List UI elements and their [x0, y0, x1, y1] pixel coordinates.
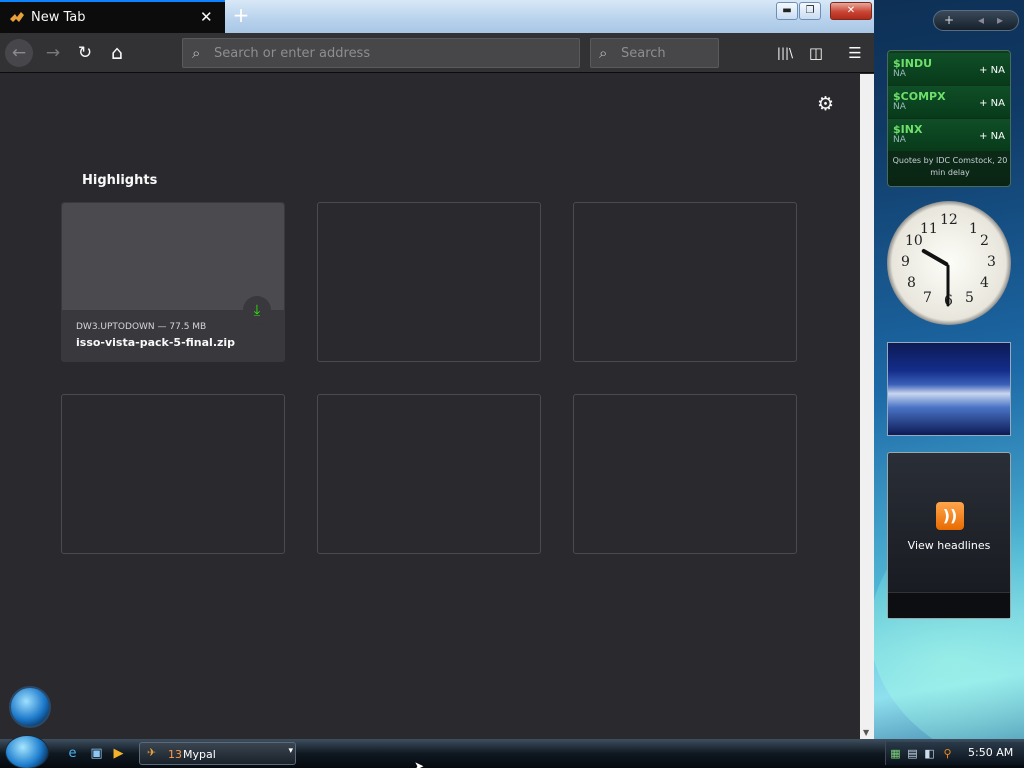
taskbar-item-mypal[interactable]: ✈ 13 Mypal ▾: [139, 742, 296, 765]
highlight-host: DW3.UPTODOWN — 77.5 MB: [76, 322, 207, 332]
stock-change: + NA: [979, 65, 1005, 76]
clock-minute-hand: [946, 264, 950, 307]
clock-numeral: 8: [907, 275, 916, 291]
search-icon: ⌕: [599, 44, 608, 62]
feed-headlines-gadget[interactable]: )) View headlines: [887, 452, 1011, 619]
highlight-placeholder: [573, 202, 797, 362]
address-bar[interactable]: ⌕ Search or enter address: [182, 38, 580, 68]
mouse-pointer-icon: ➤: [414, 759, 425, 768]
stock-row[interactable]: $COMPX NA + NA: [888, 86, 1010, 118]
library-icon[interactable]: |||\: [771, 39, 799, 67]
stock-value: NA: [893, 69, 906, 79]
start-button[interactable]: [5, 735, 49, 768]
highlight-card[interactable]: ⤓ DW3.UPTODOWN — 77.5 MB isso-vista-pack…: [61, 202, 285, 362]
tab-close-icon[interactable]: ✕: [200, 8, 213, 26]
stock-value: NA: [893, 135, 906, 145]
taskbar: e ▣ ▶ ✈ 13 Mypal ▾ ▦ ▤ ◧ ⚲ 5:50 AM: [0, 735, 1024, 768]
stock-change: + NA: [979, 98, 1005, 109]
stocks-source: Quotes by IDC Comstock, 20 min delay: [892, 156, 1008, 177]
clock-numeral: 9: [901, 254, 910, 270]
mypal-icon: ✈: [147, 746, 157, 759]
volume-icon[interactable]: ◧: [922, 746, 937, 761]
address-placeholder: Search or enter address: [214, 46, 371, 61]
clock-time[interactable]: 5:50 AM: [968, 746, 1013, 759]
back-button[interactable]: ←: [5, 39, 33, 67]
task-count: 13: [168, 748, 182, 761]
highlight-placeholder: [61, 394, 285, 554]
highlight-placeholder: [573, 394, 797, 554]
minimize-button[interactable]: ▬: [776, 2, 798, 20]
tab-strip: New Tab ✕ + ▬ ❐ ✕: [0, 0, 874, 33]
rss-icon: )): [936, 502, 964, 530]
window-controls: ▬ ❐ ✕: [776, 2, 872, 22]
clock-gadget[interactable]: 12 1 2 3 4 5 6 7 8 9 10 11: [887, 201, 1011, 325]
new-tab-button[interactable]: +: [230, 4, 252, 28]
sidebar-tray-icon[interactable]: ▦: [888, 746, 903, 761]
stocks-gadget: $INDU NA + NA $COMPX NA + NA $INX NA + N…: [887, 50, 1011, 187]
chevron-down-icon[interactable]: ▾: [288, 746, 293, 756]
search-tray-icon[interactable]: ⚲: [940, 746, 955, 761]
stock-row[interactable]: $INX NA + NA: [888, 119, 1010, 151]
browser-window: New Tab ✕ + ▬ ❐ ✕ ← → ↻ ⌂ ⌕ Search or en…: [0, 0, 874, 739]
clock-numeral: 11: [920, 221, 938, 237]
clock-numeral: 2: [980, 233, 989, 249]
menu-icon[interactable]: ☰: [841, 39, 869, 67]
show-desktop-icon[interactable]: ▣: [88, 745, 105, 762]
network-icon[interactable]: ▤: [905, 746, 920, 761]
clock-numeral: 12: [940, 212, 958, 228]
highlights-heading: Highlights: [82, 173, 158, 188]
clock-hour-hand: [921, 248, 949, 267]
task-label: Mypal: [183, 748, 216, 761]
gear-icon[interactable]: ⚙: [817, 93, 834, 115]
add-gadget-button[interactable]: +: [944, 13, 954, 27]
restore-button[interactable]: ❐: [799, 2, 821, 20]
clock-numeral: 3: [987, 254, 996, 270]
desktop: New Tab ✕ + ▬ ❐ ✕ ← → ↻ ⌂ ⌕ Search or en…: [0, 0, 1024, 768]
stock-row[interactable]: $INDU NA + NA: [888, 53, 1010, 85]
clock-numeral: 5: [965, 290, 974, 306]
prev-gadgets-icon[interactable]: ◂: [978, 13, 984, 27]
vertical-scrollbar[interactable]: ▼: [860, 74, 874, 739]
mypal-favicon-icon: [10, 12, 24, 22]
highlight-placeholder: [317, 394, 541, 554]
internet-explorer-icon[interactable]: e: [64, 745, 81, 762]
search-icon: ⌕: [192, 44, 201, 62]
stock-value: NA: [893, 102, 906, 112]
search-box[interactable]: ⌕ Search: [590, 38, 719, 68]
scroll-down-icon[interactable]: ▼: [863, 728, 869, 737]
highlight-thumbnail: [62, 203, 284, 310]
download-icon: ⤓: [243, 296, 271, 324]
clock-numeral: 4: [980, 275, 989, 291]
system-tray: ▦ ▤ ◧ ⚲ 5:50 AM: [885, 742, 1024, 765]
windows-orb-icon: [9, 686, 51, 728]
clock-numeral: 7: [923, 290, 932, 306]
sidebar-controls: + ◂ ▸: [933, 10, 1019, 31]
reload-button[interactable]: ↻: [71, 39, 99, 67]
close-window-button[interactable]: ✕: [830, 2, 872, 20]
tab-title: New Tab: [31, 10, 86, 25]
stock-change: + NA: [979, 131, 1005, 142]
view-headlines-label: View headlines: [907, 539, 991, 552]
feed-footer-bar: [888, 592, 1010, 618]
media-player-icon[interactable]: ▶: [110, 745, 127, 762]
nav-toolbar: ← → ↻ ⌂ ⌕ Search or enter address ⌕ Sear…: [0, 33, 874, 73]
sidebar-toggle-icon[interactable]: ◫: [802, 39, 830, 67]
home-button[interactable]: ⌂: [103, 39, 131, 67]
clock-numeral: 1: [969, 221, 978, 237]
forward-button[interactable]: →: [39, 39, 67, 67]
highlight-filename: isso-vista-pack-5-final.zip: [76, 336, 236, 349]
tab-new-tab[interactable]: New Tab ✕: [0, 0, 225, 33]
highlight-placeholder: [317, 202, 541, 362]
next-gadgets-icon[interactable]: ▸: [997, 13, 1003, 27]
slideshow-gadget[interactable]: [887, 342, 1011, 436]
search-placeholder: Search: [621, 46, 666, 61]
new-tab-page: ⚙ Highlights ⤓ DW3.UPTODOWN — 77.5 MB is…: [0, 74, 860, 739]
